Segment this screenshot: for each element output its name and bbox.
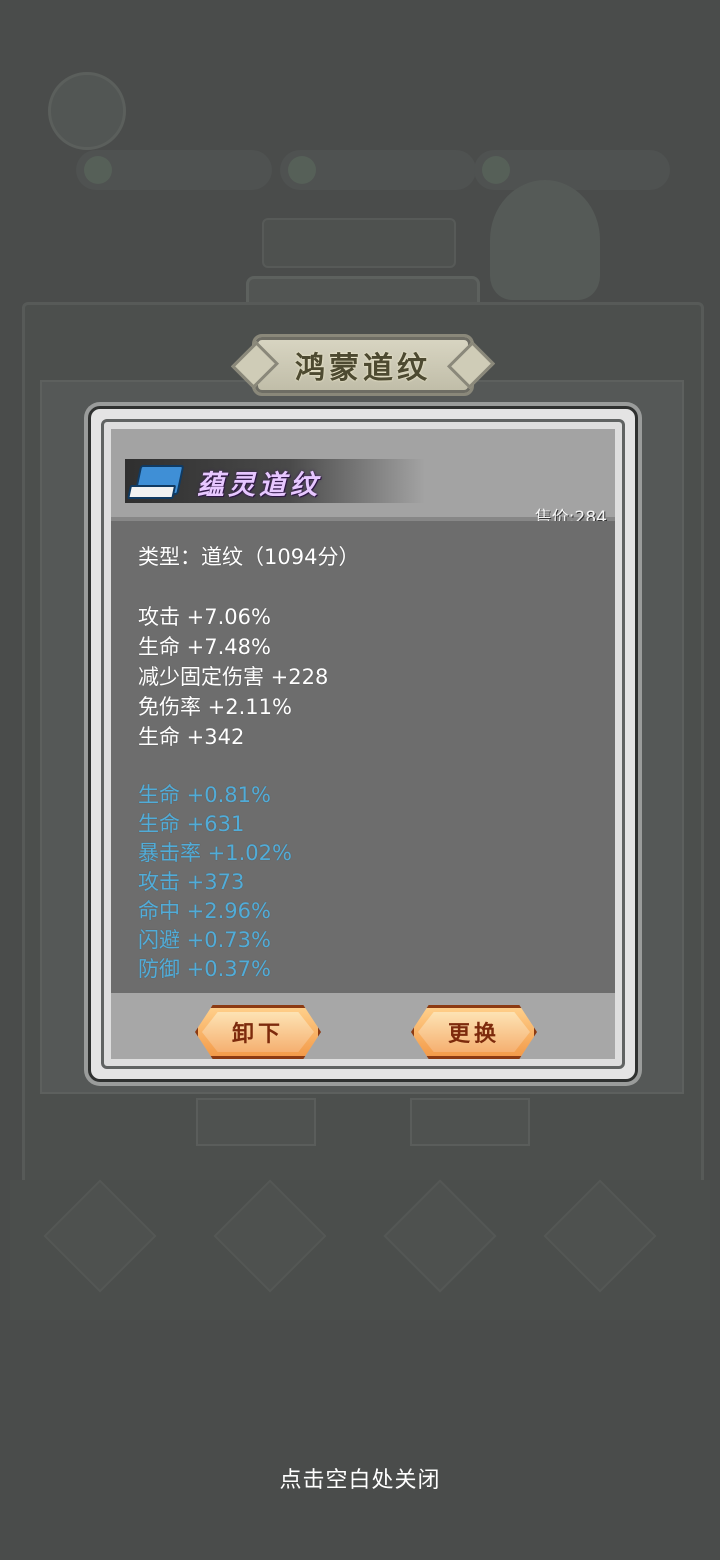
main-stat: 攻击 +7.06% xyxy=(138,605,271,629)
resource-counter xyxy=(76,150,272,190)
replace-button[interactable]: 更换 xyxy=(411,1005,537,1059)
background-tab xyxy=(410,1098,530,1146)
extra-stat: 闪避 +0.73% xyxy=(138,928,271,952)
item-header: 蕴灵道纹 售价:284 xyxy=(111,429,615,528)
item-panel: 蕴灵道纹 售价:284 类型：道纹（1094分） 攻击 +7.06% 生命 +7… xyxy=(111,429,615,1059)
background-banner xyxy=(262,218,456,268)
extra-stat: 攻击 +373 xyxy=(138,870,245,894)
item-detail-modal: 蕴灵道纹 售价:284 类型：道纹（1094分） 攻击 +7.06% 生命 +7… xyxy=(88,406,638,1082)
background-tab xyxy=(196,1098,316,1146)
player-avatar xyxy=(48,72,126,150)
extra-stat: 命中 +2.96% xyxy=(138,899,271,923)
main-stat: 生命 +7.48% xyxy=(138,635,271,659)
unequip-button[interactable]: 卸下 xyxy=(195,1005,321,1059)
dao-pattern-header: 鸿蒙道纹 xyxy=(252,334,474,396)
book-icon xyxy=(127,463,185,499)
resource-counter xyxy=(474,150,670,190)
currency-icon xyxy=(288,156,316,184)
currency-icon xyxy=(84,156,112,184)
item-name: 蕴灵道纹 xyxy=(197,470,321,501)
replace-button-label: 更换 xyxy=(447,1021,500,1047)
action-bar: 卸下 更换 xyxy=(111,993,615,1059)
extra-stat: 暴击率 +1.02% xyxy=(138,841,292,865)
currency-icon xyxy=(482,156,510,184)
extra-stat: 生命 +0.81% xyxy=(138,783,271,807)
header-title: 鸿蒙道纹 xyxy=(295,351,431,386)
unequip-button-label: 卸下 xyxy=(231,1021,284,1047)
resource-counter xyxy=(280,150,476,190)
main-stat: 免伤率 +2.11% xyxy=(138,695,292,719)
character-portrait xyxy=(490,180,600,300)
item-type: 类型：道纹（1094分） xyxy=(138,545,360,569)
item-stats: 类型：道纹（1094分） 攻击 +7.06% 生命 +7.48% 减少固定伤害 … xyxy=(111,521,615,993)
extra-stat: 生命 +631 xyxy=(138,812,245,836)
main-stat: 减少固定伤害 +228 xyxy=(138,665,329,689)
main-stat: 生命 +342 xyxy=(138,725,245,749)
tap-blank-to-close[interactable]: 点击空白处关闭 xyxy=(0,1462,720,1494)
extra-stat: 防御 +0.37% xyxy=(138,957,271,981)
